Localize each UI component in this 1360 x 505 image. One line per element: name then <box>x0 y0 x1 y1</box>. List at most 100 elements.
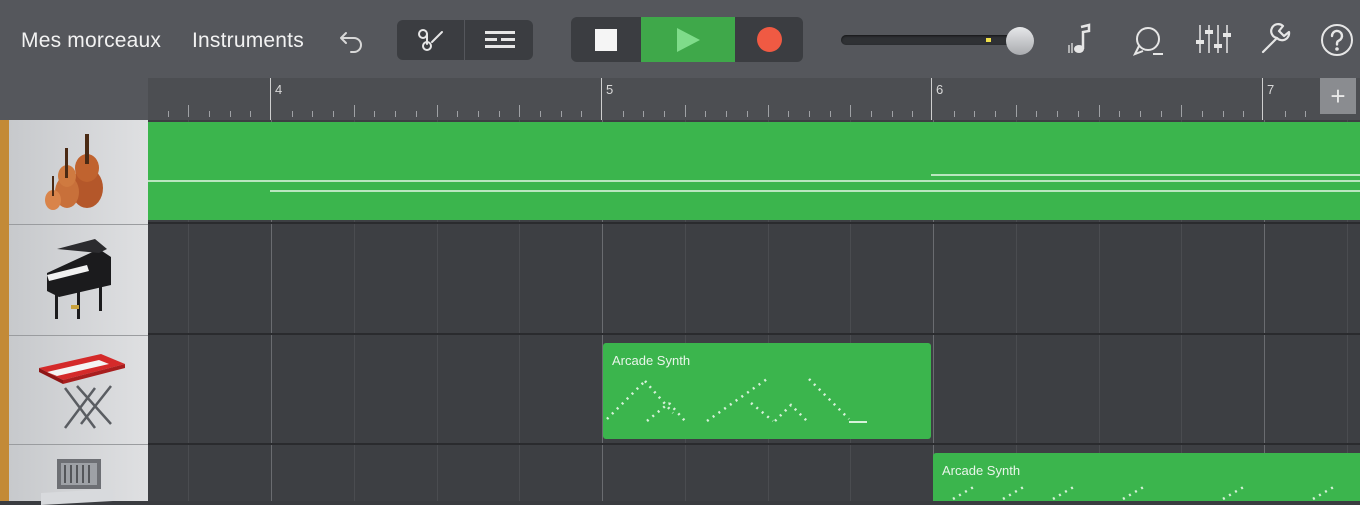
ruler-tick <box>871 111 872 117</box>
bar-marker <box>270 78 271 120</box>
midi-notes-pattern <box>952 483 1338 501</box>
loop-browser-icon[interactable] <box>1133 24 1165 58</box>
ruler-tick <box>1181 105 1182 117</box>
ruler-tick <box>416 111 417 117</box>
strings-region[interactable] <box>148 122 1360 220</box>
volume-slider[interactable] <box>841 35 1021 45</box>
ruler-tick <box>1036 111 1037 117</box>
view-toggle <box>397 20 533 60</box>
arcade-synth-region[interactable]: Arcade Synth <box>603 343 931 439</box>
ruler-tick <box>250 111 251 117</box>
ruler-tick <box>892 111 893 117</box>
ruler-corner <box>0 78 148 120</box>
play-icon <box>677 28 700 52</box>
settings-wrench-icon[interactable] <box>1259 22 1293 56</box>
stop-button[interactable] <box>571 17 641 62</box>
bar-number: 7 <box>1267 82 1275 97</box>
ruler-tick <box>995 111 996 117</box>
mixer-icon[interactable] <box>1195 22 1231 56</box>
bar-marker <box>931 78 932 120</box>
ruler-tick <box>540 111 541 117</box>
my-songs-button[interactable]: Mes morceaux <box>21 29 161 53</box>
add-track-button[interactable]: + <box>1320 78 1356 114</box>
note-line <box>148 180 1360 182</box>
track-view-button[interactable] <box>397 20 465 60</box>
volume-level-indicator <box>986 38 991 42</box>
midi-notes-pattern <box>606 377 867 423</box>
ruler-tick <box>1140 111 1141 117</box>
record-button[interactable] <box>735 17 803 62</box>
volume-knob[interactable] <box>1006 27 1034 55</box>
note-line <box>931 174 1360 176</box>
track-headers <box>0 120 148 505</box>
lane-divider <box>148 333 1360 335</box>
ruler-tick <box>912 111 913 117</box>
instruments-button[interactable]: Instruments <box>192 29 304 53</box>
bar-marker <box>1262 78 1263 120</box>
ruler-tick <box>788 111 789 117</box>
bar-marker <box>601 78 602 120</box>
stop-icon <box>595 29 617 51</box>
record-icon <box>757 27 782 52</box>
tracks-list-icon <box>485 31 515 48</box>
ruler-tick <box>457 111 458 117</box>
play-button[interactable] <box>641 17 735 62</box>
ruler-tick <box>623 111 624 117</box>
ruler-tick <box>354 105 355 117</box>
lane-divider <box>148 443 1360 445</box>
ruler-tick <box>705 111 706 117</box>
bar-number: 5 <box>606 82 614 97</box>
ruler-tick <box>230 111 231 117</box>
ruler-tick <box>188 105 189 117</box>
transport-controls <box>571 17 803 62</box>
track-header-synth[interactable] <box>9 445 148 505</box>
analog-synth-icon <box>41 459 113 505</box>
ruler-tick <box>1223 111 1224 117</box>
track-header-strings[interactable] <box>9 120 148 225</box>
ruler-tick <box>478 111 479 117</box>
track-lanes[interactable]: Arcade Synth Arcade Synth <box>148 120 1360 501</box>
ruler-tick <box>1057 111 1058 117</box>
ruler-tick <box>1202 111 1203 117</box>
region-label: Arcade Synth <box>612 353 691 368</box>
ruler-tick <box>1119 111 1120 117</box>
note-line <box>270 190 1360 192</box>
track-header-keyboard[interactable] <box>9 336 148 445</box>
ruler-tick <box>1078 111 1079 117</box>
track-header-piano[interactable] <box>9 225 148 336</box>
ruler-tick <box>954 111 955 117</box>
ruler-tick <box>643 111 644 117</box>
ruler-tick <box>768 105 769 117</box>
ruler-tick <box>830 111 831 117</box>
ruler-tick <box>519 105 520 117</box>
bar-number: 6 <box>936 82 944 97</box>
metronome-icon[interactable] <box>1067 23 1097 57</box>
lane-divider <box>148 222 1360 224</box>
arcade-synth-region[interactable]: Arcade Synth <box>933 453 1360 501</box>
ruler-tick <box>209 111 210 117</box>
cello-icon <box>45 134 103 210</box>
timeline-ruler[interactable]: 4 5 6 7 <box>148 78 1360 120</box>
bar-number: 4 <box>275 82 283 97</box>
ruler-tick <box>333 111 334 117</box>
tracks-list-button[interactable] <box>465 20 533 60</box>
track-view-icon <box>418 29 443 51</box>
ruler-tick <box>1161 111 1162 117</box>
region-label: Arcade Synth <box>942 463 1021 478</box>
ruler-tick <box>499 111 500 117</box>
ruler-tick <box>395 111 396 117</box>
help-icon[interactable] <box>1320 23 1354 57</box>
ruler-tick <box>581 111 582 117</box>
grand-piano-icon <box>47 239 111 319</box>
ruler-tick <box>374 111 375 117</box>
ruler-tick <box>292 111 293 117</box>
ruler-tick <box>726 111 727 117</box>
ruler-tick <box>1016 105 1017 117</box>
ruler-tick <box>1099 105 1100 117</box>
ruler-tick <box>974 111 975 117</box>
ruler-tick <box>685 105 686 117</box>
ruler-tick <box>850 105 851 117</box>
ruler-tick <box>168 111 169 117</box>
undo-icon[interactable] <box>338 27 366 53</box>
ruler-tick <box>437 105 438 117</box>
